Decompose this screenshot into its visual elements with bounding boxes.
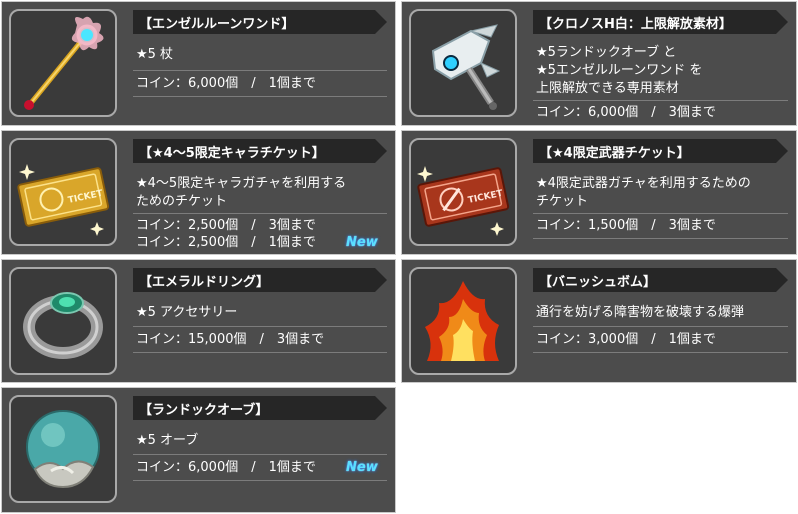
item-description: ★5 アクセサリー	[136, 305, 238, 320]
divider	[133, 326, 387, 327]
item-description: ★5ランドックオーブ と ★5エンゼルルーンワンド を 上限解放できる専用素材	[536, 45, 703, 96]
divider	[533, 326, 788, 327]
angel-rune-wand-icon	[9, 9, 117, 117]
item-title: 【ランドックオーブ】	[139, 403, 269, 418]
vanish-bomb-icon	[409, 267, 517, 375]
item-title: 【★4限定武器チケット】	[539, 146, 690, 161]
item-description: ★5 杖	[136, 47, 174, 62]
divider	[533, 238, 788, 239]
shop-item-landock-orb[interactable]: 【ランドックオーブ】 ★5 オーブ コイン：6,000個 / 1個まで New	[1, 387, 396, 513]
divider	[133, 213, 387, 214]
item-cost: コイン：2,500個 / 3個まで	[136, 218, 316, 233]
item-title: 【★4～5限定キャラチケット】	[139, 146, 325, 161]
emerald-ring-icon	[9, 267, 117, 375]
item-title-bar: 【ランドックオーブ】	[133, 396, 387, 420]
divider	[133, 70, 387, 71]
item-title: 【クロノスH白：上限解放素材】	[539, 17, 732, 32]
divider	[133, 352, 387, 353]
item-cost: コイン：3,000個 / 1個まで	[536, 332, 716, 347]
item-cost: コイン：6,000個 / 3個まで	[536, 105, 716, 120]
divider	[533, 213, 788, 214]
landock-orb-icon	[9, 395, 117, 503]
item-description: ★5 オーブ	[136, 433, 199, 448]
shop-item-emerald-ring[interactable]: 【エメラルドリング】 ★5 アクセサリー コイン：15,000個 / 3個まで	[1, 259, 396, 383]
shop-item-kronos-h-white[interactable]: 【クロノスH白：上限解放素材】 ★5ランドックオーブ と ★5エンゼルルーンワン…	[401, 1, 797, 126]
item-cost: コイン：1,500個 / 3個まで	[536, 218, 716, 233]
item-description: 通行を妨げる障害物を破壊する爆弾	[536, 305, 745, 320]
new-badge: New	[346, 460, 378, 475]
item-cost: コイン：2,500個 / 1個まで	[136, 235, 316, 250]
divider	[533, 100, 788, 101]
new-badge: New	[346, 235, 378, 250]
shop-item-angel-rune-wand[interactable]: 【エンゼルルーンワンド】 ★5 杖 コイン：6,000個 / 1個まで	[1, 1, 396, 126]
divider	[133, 454, 387, 455]
item-cost: コイン：6,000個 / 1個まで	[136, 460, 316, 475]
item-cost: コイン：6,000個 / 1個まで	[136, 76, 316, 91]
item-description: ★4限定武器ガチャを利用するための チケット	[536, 176, 751, 209]
item-title-bar: 【エメラルドリング】	[133, 268, 387, 292]
shop-item-weapon-ticket[interactable]: TICKET 【★4限定武器チケット】 ★4限定武器ガチャを利用するための チケ…	[401, 130, 797, 255]
item-title: 【エメラルドリング】	[139, 275, 270, 290]
item-title-bar: 【エンゼルルーンワンド】	[133, 10, 387, 34]
divider	[133, 96, 387, 97]
divider	[533, 352, 788, 353]
red-ticket-icon: TICKET	[409, 138, 517, 246]
item-cost: コイン：15,000個 / 3個まで	[136, 332, 325, 347]
divider	[133, 480, 387, 481]
shop-item-vanish-bomb[interactable]: 【バニッシュボム】 通行を妨げる障害物を破壊する爆弾 コイン：3,000個 / …	[401, 259, 797, 383]
item-title: 【エンゼルルーンワンド】	[139, 17, 295, 32]
item-title: 【バニッシュボム】	[539, 275, 657, 290]
gold-ticket-icon: TICKET	[9, 138, 117, 246]
item-title-bar: 【★4～5限定キャラチケット】	[133, 139, 387, 163]
item-title-bar: 【クロノスH白：上限解放素材】	[533, 10, 788, 34]
kronos-h-white-icon	[409, 9, 517, 117]
item-title-bar: 【★4限定武器チケット】	[533, 139, 788, 163]
item-description: ★4～5限定キャラガチャを利用する ためのチケット	[136, 176, 347, 209]
shop-item-character-ticket[interactable]: TICKET 【★4～5限定キャラチケット】 ★4～5限定キャラガチャを利用する…	[1, 130, 396, 255]
item-title-bar: 【バニッシュボム】	[533, 268, 788, 292]
